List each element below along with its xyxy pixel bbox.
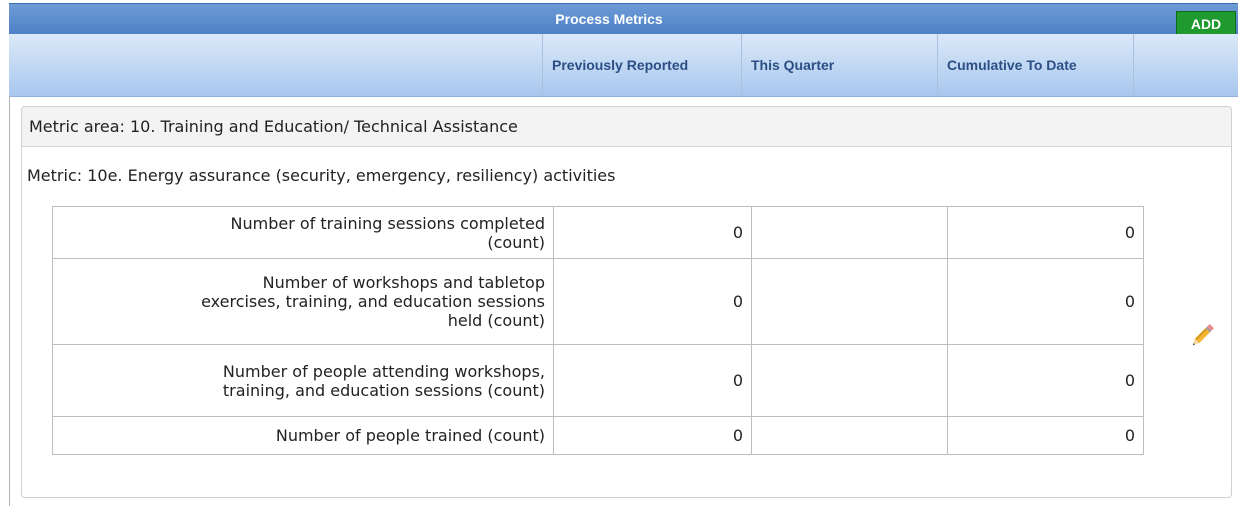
column-header-row: Previously Reported This Quarter Cumulat… — [9, 34, 1238, 97]
previously-reported-value: 0 — [553, 258, 752, 345]
column-header-actions — [1133, 34, 1238, 96]
previously-reported-value: 0 — [553, 416, 752, 455]
previously-reported-value: 0 — [553, 344, 752, 417]
metric-row-label-line: exercises, training, and education sessi… — [201, 292, 545, 311]
metric-area-label: Metric area: 10. Training and Education/… — [22, 107, 1231, 147]
metric-row-label-line: Number of training sessions completed — [230, 213, 545, 233]
metric-row: Number of people attending workshops, tra… — [52, 344, 1144, 417]
column-header-this-quarter: This Quarter — [741, 34, 937, 96]
process-metrics-header: Process Metrics — [9, 3, 1238, 34]
metric-row-label-line: Number of workshops and tabletop — [262, 273, 545, 292]
metric-label: Metric: 10e. Energy assurance (security,… — [27, 166, 616, 185]
column-header-previously-reported-label: Previously Reported — [552, 56, 689, 73]
metric-row-label: Number of training sessions completed (co… — [52, 206, 554, 259]
left-divider — [9, 96, 10, 506]
this-quarter-value — [751, 258, 948, 345]
metric-row-label-line: held (count) — [447, 311, 545, 330]
cumulative-value: 0 — [947, 258, 1144, 345]
metric-row-label: Number of people attending workshops, tra… — [52, 344, 554, 417]
pencil-icon-graphic — [1192, 323, 1215, 346]
metric-row-label: Number of people trained (count) — [52, 416, 554, 455]
metric-row: Number of workshops and tabletop exercise… — [52, 258, 1144, 345]
metric-row-label-line: training, and education sessions (count) — [222, 380, 545, 400]
metric-row-label-line: Number of people trained (count) — [275, 426, 545, 445]
section-title: Process Metrics — [555, 11, 663, 27]
this-quarter-value — [751, 344, 948, 417]
metric-row-label-line: Number of people attending workshops, — [222, 361, 545, 381]
cumulative-value: 0 — [947, 344, 1144, 417]
this-quarter-value — [751, 206, 948, 259]
cumulative-value: 0 — [947, 416, 1144, 455]
previously-reported-value: 0 — [553, 206, 752, 259]
column-header-previously-reported: Previously Reported — [542, 34, 741, 96]
pencil-icon[interactable] — [1186, 320, 1218, 352]
metric-table: Number of training sessions completed (co… — [52, 206, 1144, 455]
column-header-cumulative: Cumulative To Date — [937, 34, 1133, 96]
cumulative-value: 0 — [947, 206, 1144, 259]
metric-row-label: Number of workshops and tabletop exercise… — [52, 258, 554, 345]
metric-row: Number of people trained (count) 0 0 — [52, 416, 1144, 455]
this-quarter-value — [751, 416, 948, 455]
metric-row: Number of training sessions completed (co… — [52, 206, 1144, 259]
metric-row-label-line: (count) — [487, 232, 545, 252]
